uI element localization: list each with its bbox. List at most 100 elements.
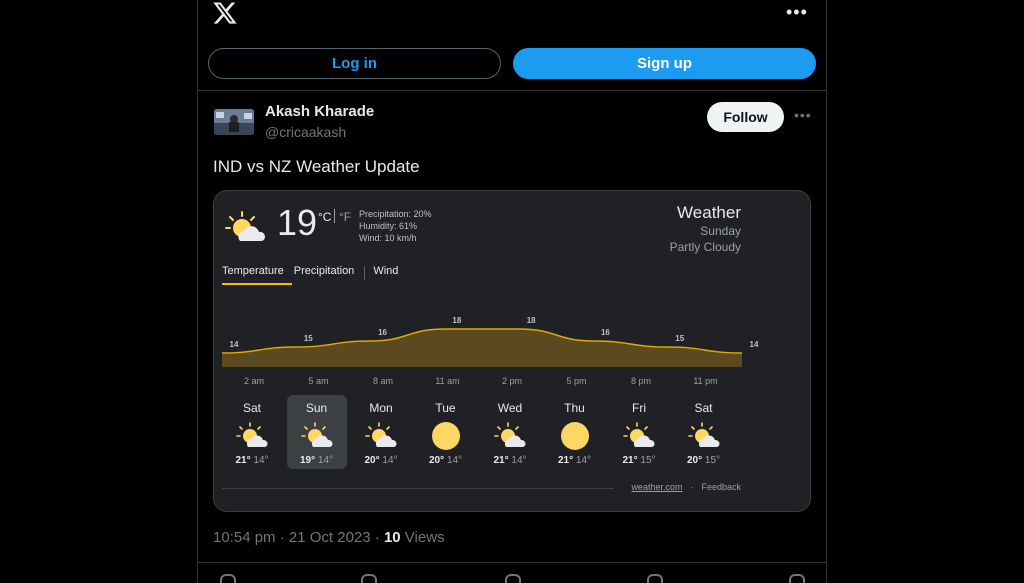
author-name[interactable]: Akash Kharade: [265, 103, 374, 120]
header-divider: [198, 90, 826, 91]
weather-footer: weather.com · Feedback: [631, 482, 741, 492]
feedback-link[interactable]: Feedback: [701, 482, 741, 492]
views-count: 10: [383, 529, 401, 546]
tab-wind[interactable]: Wind: [373, 265, 408, 285]
like-icon[interactable]: [505, 574, 521, 583]
sunny-icon: [560, 422, 589, 450]
day-forecast-sun[interactable]: Sun 19° 14°: [286, 395, 347, 469]
temperature-chart: 14 2 am 15 5 am 16 8 am 18 11 am 18 2 pm 16 5 pm 15 8…: [221, 316, 759, 386]
weather-source-link[interactable]: weather.com: [631, 482, 682, 492]
views-label: Views: [400, 529, 445, 546]
meta-divider: [198, 562, 826, 563]
high-temp: 21°: [622, 455, 638, 466]
day-forecast-thu[interactable]: Thu 21° 14°: [545, 395, 605, 469]
temp-value-label: 16: [601, 328, 610, 337]
low-temp: 14°: [573, 455, 592, 466]
day-temps: 21° 14°: [545, 455, 605, 466]
day-temps: 21° 14°: [480, 455, 540, 466]
more-options-icon[interactable]: •••: [786, 2, 808, 23]
hour-tick-label: 8 pm: [631, 376, 651, 386]
tab-temperature[interactable]: Temperature: [222, 265, 294, 285]
high-temp: 20°: [686, 455, 703, 466]
partly-cloudy-icon: [225, 211, 266, 241]
current-temperature: 19: [277, 202, 318, 243]
low-temp: 14°: [315, 455, 334, 466]
low-temp: 15°: [637, 455, 656, 466]
retweet-icon[interactable]: [361, 574, 377, 583]
temp-value-label: 16: [378, 328, 387, 337]
day-forecast-mon[interactable]: Mon 20° 14°: [351, 395, 411, 469]
temp-value-label: 15: [675, 334, 684, 343]
temp-value-label: 18: [452, 316, 461, 325]
day-temps: 19° 14°: [287, 455, 347, 466]
weather-day: Sunday: [700, 224, 741, 238]
day-forecast-fri[interactable]: Fri 21° 15°: [609, 395, 669, 469]
day-forecast-sat[interactable]: Sat 21° 14°: [222, 395, 282, 469]
hour-tick-label: 2 am: [244, 376, 264, 386]
high-temp: 21°: [557, 455, 574, 466]
day-forecast-tue[interactable]: Tue 20° 14°: [416, 395, 476, 469]
precipitation-text: Precipitation: 20%: [359, 209, 432, 219]
day-name: Tue: [435, 401, 456, 415]
hour-tick-label: 11 pm: [693, 376, 717, 386]
day-name: Sat: [242, 401, 261, 415]
tweet-meta: 10:54 pm · 21 Oct 2023 · 10 Views: [213, 529, 445, 546]
reply-icon[interactable]: [220, 574, 236, 583]
partly-cloudy-icon: [365, 422, 397, 447]
high-temp: 21°: [493, 455, 509, 466]
hour-tick-label: 2 pm: [502, 376, 522, 386]
temp-value-label: 14: [750, 340, 759, 349]
day-temps: 21° 15°: [609, 455, 669, 466]
tweet-more-icon[interactable]: •••: [794, 107, 812, 123]
temperature-area: [222, 329, 742, 367]
celsius-toggle[interactable]: °C: [318, 210, 331, 224]
high-temp: 21°: [235, 455, 251, 466]
tab-separator: [364, 266, 366, 280]
humidity-text: Humidity: 61%: [359, 221, 418, 231]
temp-value-label: 15: [304, 334, 313, 343]
login-button[interactable]: Log in: [208, 48, 501, 79]
fahrenheit-toggle[interactable]: °F: [339, 210, 351, 224]
signup-button[interactable]: Sign up: [513, 48, 816, 79]
day-name: Mon: [369, 401, 393, 415]
day-temps: 20° 15°: [674, 455, 734, 466]
footer-divider: [222, 488, 614, 489]
weather-heading: Weather Sunday Partly Cloudy: [670, 203, 741, 255]
low-temp: 14°: [379, 455, 398, 466]
low-temp: 14°: [508, 455, 527, 466]
weather-details: Precipitation: 20% Humidity: 61% Wind: 1…: [359, 208, 432, 244]
hour-tick-label: 11 am: [435, 376, 459, 386]
hour-tick-label: 8 am: [373, 376, 393, 386]
hour-tick-label: 5 am: [308, 376, 328, 386]
partly-cloudy-icon: [687, 422, 720, 447]
wind-text: Wind: 10 km/h: [359, 233, 417, 243]
partly-cloudy-icon: [300, 422, 333, 447]
partly-cloudy-icon: [494, 422, 526, 447]
day-forecast-sat[interactable]: Sat 20° 15°: [674, 395, 734, 469]
weather-card[interactable]: 19 °C °F Precipitation: 20% Humidity: 61…: [213, 190, 811, 512]
footer-dot: ·: [690, 482, 694, 492]
temp-value-label: 18: [527, 316, 536, 325]
high-temp: 20°: [428, 455, 445, 466]
day-temps: 20° 14°: [351, 455, 411, 466]
tab-precipitation[interactable]: Precipitation: [294, 265, 365, 285]
x-logo-icon[interactable]: [211, 0, 239, 26]
share-icon[interactable]: [789, 574, 805, 583]
weather-title: Weather: [677, 203, 741, 222]
avatar[interactable]: [214, 109, 254, 135]
follow-button[interactable]: Follow: [707, 102, 784, 132]
temp-value-label: 14: [230, 340, 239, 349]
day-forecast-wed[interactable]: Wed 21° 14°: [480, 395, 540, 469]
day-name: Sat: [694, 401, 713, 415]
partly-cloudy-icon: [236, 422, 268, 447]
day-name: Sun: [305, 401, 328, 415]
bookmark-icon[interactable]: [647, 574, 663, 583]
high-temp: 20°: [364, 455, 380, 466]
weather-condition: Partly Cloudy: [669, 240, 741, 254]
low-temp: 14°: [250, 455, 269, 466]
day-temps: 21° 14°: [222, 455, 282, 466]
author-handle[interactable]: @cricaakash: [265, 124, 346, 140]
sunny-icon: [431, 422, 460, 450]
partly-cloudy-icon: [623, 422, 655, 447]
tweet-timestamp[interactable]: 10:54 pm · 21 Oct 2023 ·: [213, 529, 384, 546]
